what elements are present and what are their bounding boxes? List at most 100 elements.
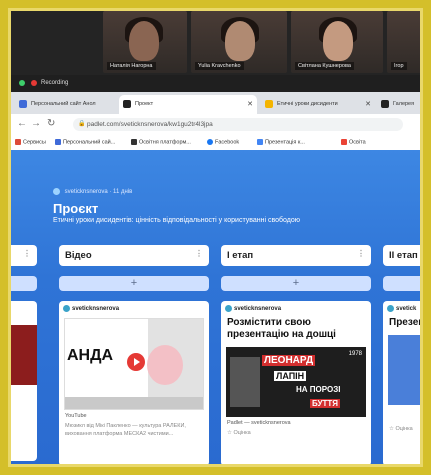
padlet-icon	[381, 100, 389, 108]
poster-text: ЛАПІН	[274, 371, 307, 381]
video-thumb-text: АНДА	[67, 347, 114, 364]
participant-tile[interactable]: Ігор	[387, 11, 420, 73]
close-tab-icon[interactable]: ✕	[247, 100, 253, 108]
post-source: Padlet — sveticknsnerova	[227, 420, 291, 426]
video-caption-bar	[65, 397, 203, 409]
lock-icon: 🔒	[78, 121, 86, 127]
post-author-name: sveticknsnerova	[234, 306, 282, 312]
board-author: sveticknsnerova	[64, 189, 108, 196]
participant-name: Yulia Kravchenko	[195, 62, 244, 70]
participant-name: Наталія Нагорна	[107, 62, 156, 70]
more-options-icon[interactable]: ⋮	[195, 249, 203, 258]
padlet-board: sveticknsnerova · 11 днів Проєкт Етичні …	[11, 150, 423, 464]
screenshot-frame: Наталія Нагорна Yulia Kravchenko Світлан…	[8, 8, 423, 467]
column-title: Відео	[65, 250, 92, 261]
column-header[interactable]: І етап ⋮	[221, 245, 371, 266]
avatar	[53, 188, 60, 195]
post-title: Розмістити свою презентацію на дошці	[227, 317, 336, 340]
post-author: svetick	[383, 301, 420, 312]
illustration	[147, 345, 183, 385]
status-dot-icon	[19, 80, 25, 86]
site-icon	[55, 139, 61, 145]
forward-arrow-icon[interactable]: →	[31, 118, 41, 129]
column-stage-2: ІІ етап + svetick Презен ☆ Оцінка	[383, 245, 423, 464]
recording-bar: Recording	[11, 75, 420, 92]
browser-tab-active[interactable]: Проект ✕	[119, 95, 257, 114]
close-tab-icon[interactable]: ✕	[365, 100, 371, 108]
bookmark-item[interactable]: Освітня платформ...	[131, 139, 191, 145]
bookmark-label: Персональний сай...	[63, 139, 116, 146]
column-partial-left: ⋮	[11, 245, 37, 461]
post-author: sveticknsnerova	[59, 301, 209, 312]
bookmark-item[interactable]: Персональний сай...	[55, 139, 115, 145]
avatar	[387, 305, 394, 312]
bookmark-label: Освіта	[349, 139, 366, 146]
browser-tab[interactable]: Персональний сайт Анол	[15, 95, 117, 114]
participant-video	[323, 21, 353, 61]
column-header[interactable]: ⋮	[11, 245, 37, 266]
post-image	[11, 325, 37, 385]
more-options-icon[interactable]: ⋮	[357, 249, 365, 258]
column-video: Відео ⋮ + sveticknsnerova АНДА YouTube М…	[59, 245, 209, 464]
address-bar-row: ← → ↻ 🔒 padlet.com/sveticknsnerova/kw1gu…	[11, 114, 420, 136]
participant-tile[interactable]: Світлана Кушнерова	[291, 11, 383, 73]
poster-text: НА ПОРОЗІ	[296, 385, 341, 394]
avatar	[225, 305, 232, 312]
bookmark-item[interactable]: Освіта	[341, 139, 366, 145]
participant-name: Світлана Кушнерова	[295, 62, 354, 70]
poster-text: ЛЕОНАРД	[262, 355, 316, 366]
presentation-poster[interactable]: ЛЕОНАРД ЛАПІН НА ПОРОЗІ БУТТЯ 1978	[226, 347, 366, 417]
post-card[interactable]	[11, 301, 37, 461]
tab-label: Етичні уроки дисиденти	[277, 101, 338, 107]
participant-name: Ігор	[391, 62, 407, 70]
post-footer-label: Оцінка	[233, 430, 251, 436]
drive-icon	[265, 100, 273, 108]
post-author-name: sveticknsnerova	[72, 306, 120, 312]
post-footer-label: Оцінка	[395, 426, 413, 432]
post-author-name: svetick	[396, 306, 417, 312]
apps-icon	[15, 139, 21, 145]
bookmark-item[interactable]: Презентація к...	[257, 139, 305, 145]
participant-video	[129, 21, 159, 61]
column-header[interactable]: ІІ етап	[383, 245, 420, 266]
participant-video	[225, 21, 255, 61]
post-card[interactable]: sveticknsnerova Розмістити свою презента…	[221, 301, 371, 464]
post-title: Презен	[389, 317, 423, 328]
post-author: sveticknsnerova	[221, 301, 371, 312]
video-call-strip: Наталія Нагорна Yulia Kravchenko Світлан…	[11, 11, 420, 75]
bookmark-icon	[341, 139, 347, 145]
participant-tile[interactable]: Наталія Нагорна	[103, 11, 187, 73]
participant-tile[interactable]: Yulia Kravchenko	[191, 11, 287, 73]
tab-label: Проект	[135, 101, 154, 107]
url-input[interactable]: 🔒 padlet.com/sveticknsnerova/kw1gu2tr4l3…	[73, 118, 403, 131]
more-options-icon[interactable]: ⋮	[23, 249, 31, 258]
poster-photo	[230, 357, 260, 407]
column-header[interactable]: Відео ⋮	[59, 245, 209, 266]
video-thumbnail[interactable]: АНДА	[64, 318, 204, 410]
board-subtitle: Етичні уроки дисидентів: цінність відпов…	[53, 217, 301, 224]
post-footer: ☆ Оцінка	[221, 429, 371, 440]
tab-label: Персональний сайт Анол	[31, 101, 96, 107]
play-icon[interactable]	[127, 353, 145, 371]
add-post-button[interactable]: +	[59, 276, 209, 291]
post-image	[388, 335, 420, 405]
browser-tab[interactable]: Галерея	[377, 95, 420, 114]
post-card[interactable]: svetick Презен ☆ Оцінка	[383, 301, 423, 464]
recording-label: Recording	[41, 80, 69, 86]
post-source: YouTube	[65, 413, 87, 419]
board-time: 11 днів	[113, 189, 133, 196]
add-post-button[interactable]: +	[383, 276, 420, 291]
add-post-button[interactable]: +	[221, 276, 371, 291]
poster-text: БУТТЯ	[310, 399, 340, 408]
google-icon	[257, 139, 263, 145]
site-icon	[19, 100, 27, 108]
bookmark-item[interactable]: Сервисы	[15, 139, 46, 145]
reload-icon[interactable]: ↻	[47, 118, 55, 129]
browser-tab[interactable]: Етичні уроки дисиденти ✕	[261, 95, 375, 114]
browser-tab-bar: Персональний сайт Анол Проект ✕ Етичні у…	[11, 92, 420, 114]
back-arrow-icon[interactable]: ←	[17, 118, 27, 129]
post-card[interactable]: sveticknsnerova АНДА YouTube Мюзикл від …	[59, 301, 209, 464]
bookmark-item[interactable]: Facebook	[207, 139, 239, 145]
add-post-button[interactable]	[11, 276, 37, 291]
poster-year: 1978	[348, 351, 362, 357]
